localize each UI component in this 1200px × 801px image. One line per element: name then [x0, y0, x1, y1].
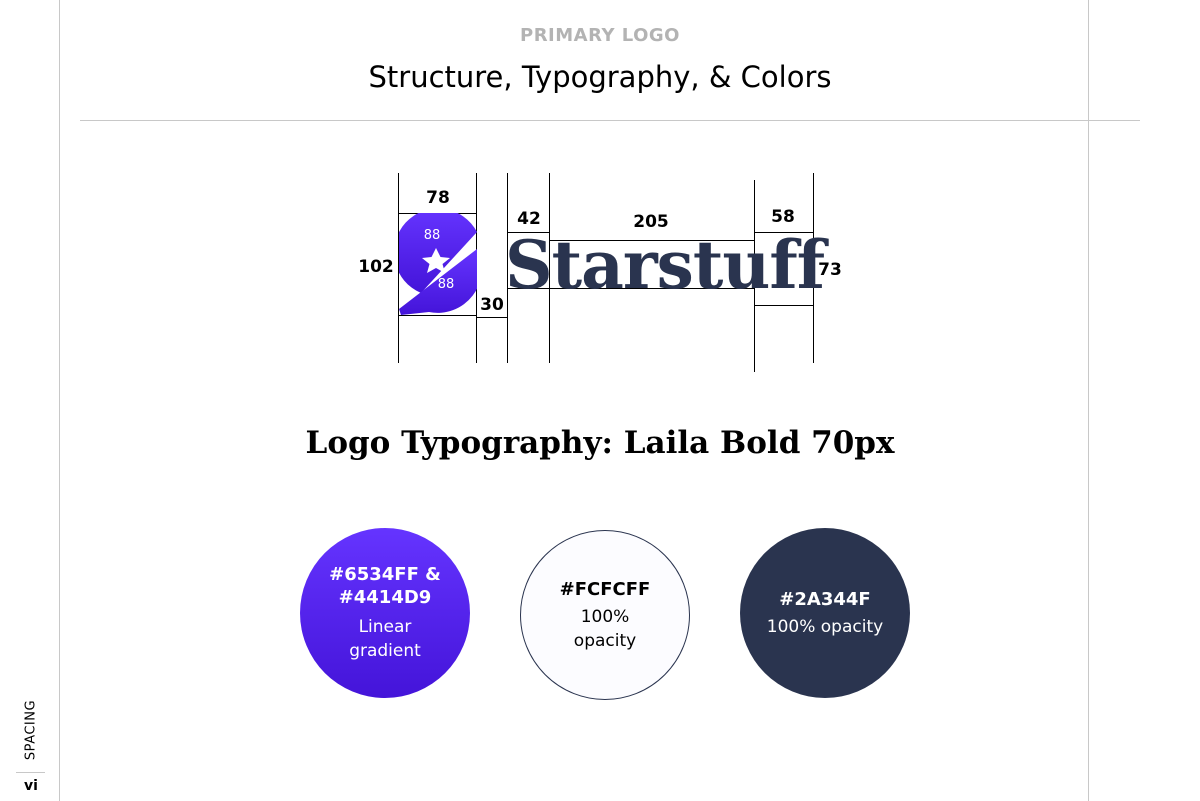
swatch-desc-line: opacity — [573, 630, 637, 651]
swatch-description: 100% opacity — [574, 605, 636, 653]
swatch-description: 100% opacity — [766, 616, 884, 637]
dim-mark-width: 78 — [426, 188, 450, 208]
dim-cap-height: 42 — [517, 209, 541, 229]
swatch-desc-line: Linear — [358, 617, 412, 637]
swatch-desc-line: gradient — [349, 641, 421, 661]
swatch-hex-line: #6534FF & — [329, 564, 441, 585]
swatch-desc-line: 100% — [580, 606, 630, 627]
swatch-hex: #2A344F — [779, 588, 871, 610]
guide-line — [398, 315, 477, 316]
typography-heading: Logo Typography: Laila Bold 70px — [305, 425, 895, 461]
dim-word-width: 205 — [633, 212, 669, 232]
color-swatch-dark: #2A344F 100% opacity — [740, 528, 910, 698]
swatch-hex: #6534FF & #4414D9 — [329, 563, 441, 609]
dim-ff-height: 73 — [818, 260, 842, 280]
dim-gap: 30 — [480, 295, 504, 315]
section-divider — [16, 772, 45, 773]
color-swatch-gradient: #6534FF & #4414D9 Linear gradient — [300, 528, 470, 698]
swatch-hex: #FCFCFF — [559, 578, 651, 600]
swatch-hex-line: #4414D9 — [338, 587, 432, 608]
dim-mark-height: 102 — [358, 257, 394, 277]
section-label: SPACING — [23, 699, 39, 761]
color-swatch-light: #FCFCFF 100% opacity — [520, 530, 690, 700]
mark-inner-label-bottom: 88 — [437, 277, 455, 292]
page-number: vi — [24, 778, 38, 794]
guide-line — [476, 317, 508, 318]
swatch-description: Linear gradient — [349, 615, 421, 663]
mark-inner-label-top: 88 — [423, 228, 441, 243]
dim-ff-width: 58 — [771, 207, 795, 227]
